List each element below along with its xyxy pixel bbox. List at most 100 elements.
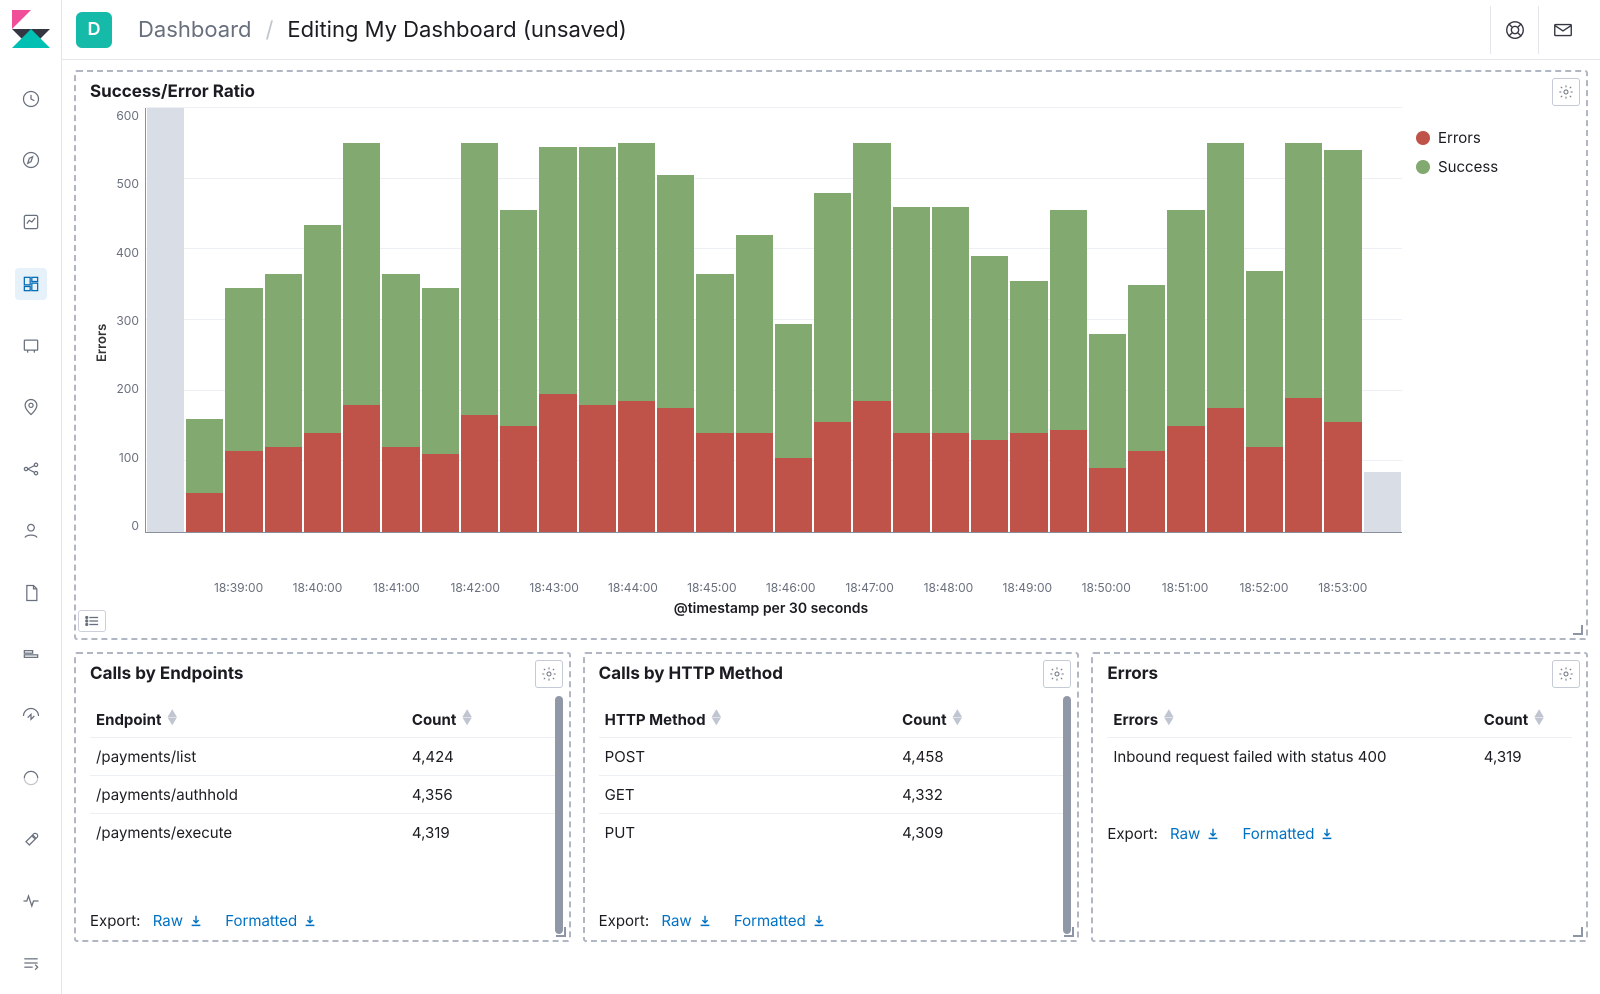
resize-handle[interactable]	[1573, 927, 1583, 937]
bar[interactable]	[147, 108, 184, 532]
bar[interactable]	[186, 108, 223, 532]
discover-icon[interactable]	[15, 144, 47, 176]
collapse-icon[interactable]	[15, 947, 47, 979]
export-row: Export: Raw Formatted	[1107, 824, 1352, 843]
space-selector[interactable]: D	[76, 12, 112, 48]
x-axis-ticks: 18:39:0018:40:0018:41:0018:42:0018:43:00…	[140, 578, 1402, 600]
bar[interactable]	[618, 108, 655, 532]
bar[interactable]	[225, 108, 262, 532]
bar[interactable]	[539, 108, 576, 532]
bar[interactable]	[736, 108, 773, 532]
dashboard-content: Success/Error Ratio Errors 6005004003002…	[62, 60, 1600, 994]
bar[interactable]	[1207, 108, 1244, 532]
siem-icon[interactable]	[15, 762, 47, 794]
scrollbar[interactable]	[555, 696, 563, 934]
bar[interactable]	[1010, 108, 1047, 532]
bar[interactable]	[696, 108, 733, 532]
scrollbar[interactable]	[1063, 696, 1071, 934]
x-axis-label: @timestamp per 30 seconds	[140, 600, 1402, 617]
bar[interactable]	[893, 108, 930, 532]
bar[interactable]	[1285, 108, 1322, 532]
logs-icon[interactable]	[15, 577, 47, 609]
chart-legend: Errors Success	[1402, 108, 1572, 578]
panel-gear-icon[interactable]	[535, 660, 563, 688]
panel-calls-by-endpoints: Calls by Endpoints Endpoint ▲▼Count ▲▼/p…	[74, 652, 571, 942]
http-table: HTTP Method ▲▼Count ▲▼POST4,458GET4,332P…	[599, 702, 1064, 851]
kibana-logo[interactable]	[12, 10, 50, 48]
panel-gear-icon[interactable]	[1552, 78, 1580, 106]
table-row[interactable]: GET4,332	[599, 776, 1064, 814]
help-icon[interactable]	[1490, 6, 1538, 54]
column-header[interactable]: Errors ▲▼	[1107, 702, 1477, 738]
left-sidebar	[0, 0, 62, 994]
export-raw-link[interactable]: Raw	[1170, 824, 1220, 843]
bar[interactable]	[579, 108, 616, 532]
devtools-icon[interactable]	[15, 824, 47, 856]
export-row: Export: Raw Formatted	[90, 911, 335, 930]
panel-title: Errors	[1107, 664, 1572, 684]
table-row[interactable]: /payments/authhold4,356	[90, 776, 555, 814]
monitoring-icon[interactable]	[15, 885, 47, 917]
table-row[interactable]: Inbound request failed with status 4004,…	[1107, 738, 1572, 776]
apm-icon[interactable]	[15, 638, 47, 670]
bar[interactable]	[500, 108, 537, 532]
column-header[interactable]: Count ▲▼	[1478, 702, 1572, 738]
bar[interactable]	[422, 108, 459, 532]
resize-handle[interactable]	[556, 927, 566, 937]
bar[interactable]	[814, 108, 851, 532]
endpoints-table: Endpoint ▲▼Count ▲▼/payments/list4,424/p…	[90, 702, 555, 851]
bar[interactable]	[657, 108, 694, 532]
list-toggle-icon[interactable]	[78, 610, 106, 632]
column-header[interactable]: HTTP Method ▲▼	[599, 702, 896, 738]
column-header[interactable]: Count ▲▼	[896, 702, 1063, 738]
resize-handle[interactable]	[1064, 927, 1074, 937]
column-header[interactable]: Endpoint ▲▼	[90, 702, 406, 738]
resize-handle[interactable]	[1573, 625, 1583, 635]
bar[interactable]	[1128, 108, 1165, 532]
bar[interactable]	[1050, 108, 1087, 532]
legend-item-success[interactable]: Success	[1416, 157, 1572, 176]
uptime-icon[interactable]	[15, 700, 47, 732]
ml-icon[interactable]	[15, 453, 47, 485]
bar[interactable]	[932, 108, 969, 532]
export-raw-link[interactable]: Raw	[153, 911, 203, 930]
breadcrumb-root[interactable]: Dashboard	[138, 17, 251, 43]
table-row[interactable]: /payments/execute4,319	[90, 814, 555, 852]
bar[interactable]	[971, 108, 1008, 532]
bar[interactable]	[1246, 108, 1283, 532]
bar[interactable]	[382, 108, 419, 532]
table-row[interactable]: /payments/list4,424	[90, 738, 555, 776]
breadcrumb-current: Editing My Dashboard (unsaved)	[287, 17, 626, 43]
bar[interactable]	[1167, 108, 1204, 532]
export-formatted-link[interactable]: Formatted	[734, 911, 826, 930]
bar[interactable]	[1324, 108, 1361, 532]
breadcrumb: Dashboard / Editing My Dashboard (unsave…	[138, 17, 627, 43]
export-formatted-link[interactable]: Formatted	[1243, 824, 1335, 843]
export-raw-link[interactable]: Raw	[661, 911, 711, 930]
panel-gear-icon[interactable]	[1043, 660, 1071, 688]
bar[interactable]	[853, 108, 890, 532]
bar[interactable]	[343, 108, 380, 532]
recents-icon[interactable]	[15, 83, 47, 115]
bar[interactable]	[265, 108, 302, 532]
bar[interactable]	[304, 108, 341, 532]
dashboard-icon[interactable]	[15, 268, 47, 300]
bar[interactable]	[461, 108, 498, 532]
canvas-icon[interactable]	[15, 330, 47, 362]
export-formatted-link[interactable]: Formatted	[225, 911, 317, 930]
table-row[interactable]: PUT4,309	[599, 814, 1064, 852]
export-row: Export: Raw Formatted	[599, 911, 844, 930]
visualize-icon[interactable]	[15, 206, 47, 238]
column-header[interactable]: Count ▲▼	[406, 702, 555, 738]
bar[interactable]	[775, 108, 812, 532]
panel-gear-icon[interactable]	[1552, 660, 1580, 688]
chart-plot[interactable]	[145, 108, 1402, 533]
bar[interactable]	[1089, 108, 1126, 532]
maps-icon[interactable]	[15, 391, 47, 423]
panel-title: Calls by HTTP Method	[599, 664, 1064, 684]
mail-icon[interactable]	[1538, 6, 1586, 54]
infra-icon[interactable]	[15, 515, 47, 547]
table-row[interactable]: POST4,458	[599, 738, 1064, 776]
bar[interactable]	[1364, 108, 1401, 532]
legend-item-errors[interactable]: Errors	[1416, 128, 1572, 147]
